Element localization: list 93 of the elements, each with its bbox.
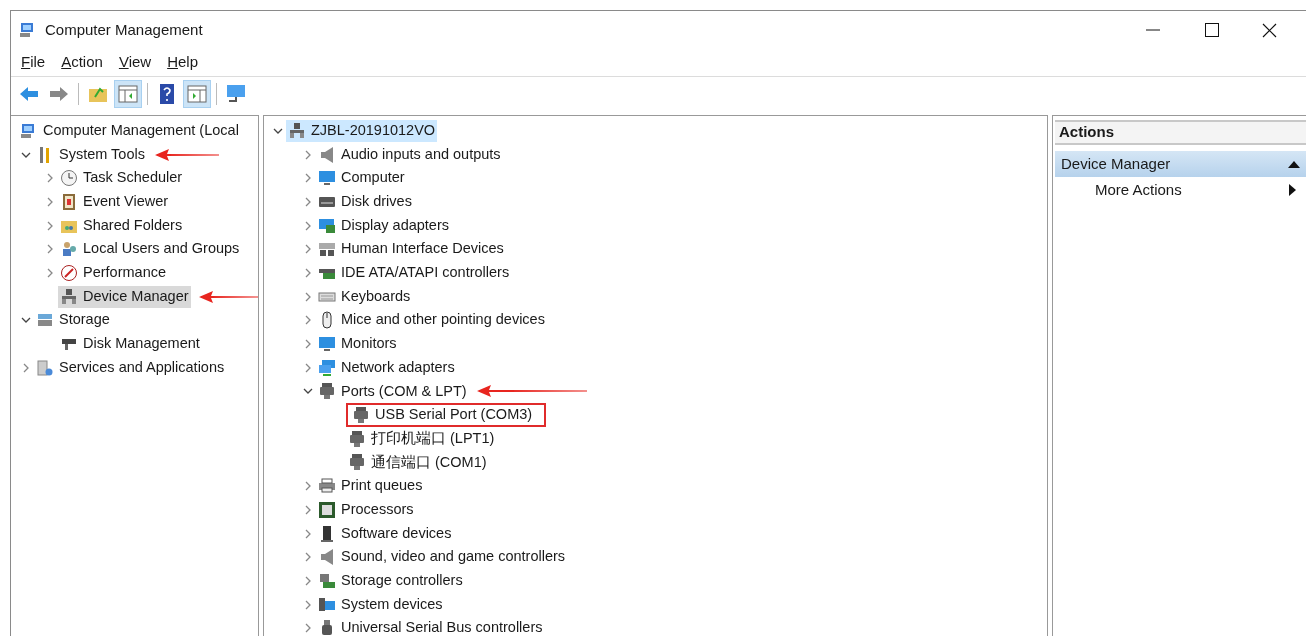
- expand-chevron-icon[interactable]: [45, 173, 55, 184]
- tree-item[interactable]: Universal Serial Bus controllers: [316, 617, 545, 636]
- processor-icon: [318, 500, 336, 519]
- expand-chevron-icon[interactable]: [303, 599, 313, 610]
- expand-chevron-icon[interactable]: [303, 315, 313, 326]
- expand-chevron-icon[interactable]: [303, 267, 313, 278]
- port-connector-icon: [352, 406, 370, 425]
- collapse-triangle-icon: [1288, 160, 1300, 168]
- tree-item[interactable]: Disk drives: [316, 190, 414, 213]
- menu-item[interactable]: Action: [55, 51, 109, 74]
- tree-item[interactable]: 打印机端口 (LPT1): [346, 427, 497, 450]
- storage-controller-icon: [318, 571, 336, 590]
- tree-item[interactable]: Disk Management: [58, 333, 202, 356]
- menu-item[interactable]: File: [15, 51, 52, 74]
- tree-item[interactable]: Software devices: [316, 522, 454, 545]
- system-icon: [318, 595, 336, 614]
- printer-icon: [318, 477, 336, 496]
- actions-header: Actions: [1055, 120, 1306, 145]
- tree-item[interactable]: Print queues: [316, 475, 425, 498]
- tree-item[interactable]: Ports (COM & LPT): [316, 380, 469, 403]
- expand-chevron-icon[interactable]: [45, 244, 55, 255]
- tree-item[interactable]: Event Viewer: [58, 190, 171, 213]
- expand-chevron-icon[interactable]: [303, 173, 313, 184]
- tree-item[interactable]: Processors: [316, 498, 416, 521]
- display-adapter-icon: [318, 216, 336, 235]
- tree-item[interactable]: ZJBL-20191012VO: [286, 119, 438, 142]
- port-connector-icon: [348, 429, 366, 448]
- tree-item[interactable]: Display adapters: [316, 214, 451, 237]
- network-port-icon: [288, 121, 306, 140]
- tree-item[interactable]: Shared Folders: [58, 214, 185, 237]
- network-adapter-icon: [318, 358, 336, 377]
- tree-item[interactable]: 通信端口 (COM1): [346, 451, 489, 474]
- tree-item[interactable]: Monitors: [316, 333, 399, 356]
- menu-item[interactable]: View: [112, 51, 158, 74]
- action-link[interactable]: More Actions: [1055, 177, 1306, 203]
- tree-item[interactable]: System devices: [316, 593, 445, 616]
- action-pane-icon: [186, 83, 208, 105]
- expand-chevron-icon[interactable]: [303, 291, 313, 302]
- expand-chevron-icon[interactable]: [303, 339, 313, 350]
- tree-item[interactable]: Computer Management (Local: [18, 119, 241, 142]
- tree-item[interactable]: IDE ATA/ATAPI controllers: [316, 261, 512, 284]
- tree-item[interactable]: Computer: [316, 167, 407, 190]
- tree-item[interactable]: Local Users and Groups: [58, 238, 242, 261]
- expand-chevron-icon[interactable]: [45, 220, 55, 231]
- tree-item[interactable]: Storage: [34, 309, 112, 332]
- tree-item[interactable]: Storage controllers: [316, 569, 465, 592]
- expand-chevron-icon[interactable]: [303, 196, 313, 207]
- expand-chevron-icon[interactable]: [21, 362, 31, 373]
- tree-item[interactable]: Network adapters: [316, 356, 457, 379]
- tree-item[interactable]: Human Interface Devices: [316, 238, 506, 261]
- tree-item[interactable]: Mice and other pointing devices: [316, 309, 547, 332]
- expand-chevron-icon[interactable]: [303, 244, 313, 255]
- tree-pane-button[interactable]: [114, 80, 142, 108]
- expand-chevron-icon[interactable]: [303, 552, 313, 563]
- expand-chevron-icon[interactable]: [303, 575, 313, 586]
- tree-item[interactable]: Task Scheduler: [58, 167, 185, 190]
- users-icon: [60, 240, 78, 259]
- tree-item[interactable]: Sound, video and game controllers: [316, 546, 568, 569]
- expand-chevron-icon[interactable]: [303, 362, 313, 373]
- port-connector-icon: [318, 382, 336, 401]
- tree-item[interactable]: Services and Applications: [34, 356, 227, 379]
- expand-chevron-icon[interactable]: [303, 623, 313, 634]
- monitor-icon: [318, 169, 336, 188]
- expand-chevron-icon[interactable]: [45, 267, 55, 278]
- tree-item[interactable]: Performance: [58, 261, 168, 284]
- tree-item[interactable]: Keyboards: [316, 285, 413, 308]
- tower-icon: [318, 524, 336, 543]
- speaker-icon: [318, 548, 336, 567]
- speaker-icon: [318, 145, 336, 164]
- tree-item[interactable]: Device Manager: [58, 285, 191, 308]
- actions-section-header[interactable]: Device Manager: [1055, 151, 1306, 177]
- expand-chevron-icon[interactable]: [45, 196, 55, 207]
- submenu-triangle-icon: [1289, 184, 1296, 196]
- expand-chevron-icon[interactable]: [303, 220, 313, 231]
- hid-icon: [318, 240, 336, 259]
- monitor-icon: [318, 335, 336, 354]
- expand-chevron-icon[interactable]: [303, 149, 313, 160]
- tree-item[interactable]: System Tools: [34, 143, 147, 166]
- services-icon: [36, 358, 54, 377]
- gauge-icon: [60, 263, 78, 282]
- port-connector-icon: [348, 453, 366, 472]
- tree-item[interactable]: Audio inputs and outputs: [316, 143, 503, 166]
- window-title: Computer Management: [45, 19, 203, 40]
- log-book-icon: [60, 192, 78, 211]
- expand-chevron-icon[interactable]: [303, 528, 313, 539]
- monitor-connect-icon: [225, 83, 247, 105]
- clock-icon: [60, 169, 78, 188]
- network-port-icon: [60, 287, 78, 306]
- expand-chevron-icon[interactable]: [303, 481, 313, 492]
- menu-item[interactable]: Help: [161, 51, 204, 74]
- expand-chevron-icon[interactable]: [303, 504, 313, 515]
- tree-item[interactable]: USB Serial Port (COM3): [346, 403, 547, 428]
- tree-pane-icon: [117, 83, 139, 105]
